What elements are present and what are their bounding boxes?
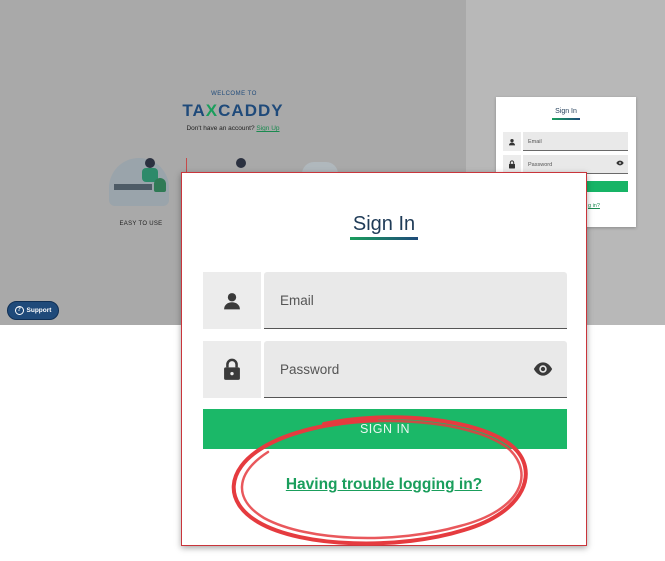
mini-trouble-link[interactable]: g in? — [588, 203, 600, 209]
taxcaddy-logo: TAXCADDY — [170, 101, 296, 121]
lock-icon — [203, 341, 261, 398]
illustration-person-head — [236, 158, 246, 168]
signin-title: Sign In — [352, 213, 416, 235]
logo-prefix: TA — [182, 101, 206, 120]
mini-email-field[interactable]: Email — [523, 132, 628, 151]
screenshot-stage: WELCOME TO TAXCADDY Don't have an accoun… — [0, 0, 665, 561]
illustration-person-head — [145, 158, 155, 168]
trouble-logging-in-link[interactable]: Having trouble logging in? — [182, 476, 586, 494]
email-input[interactable]: Email — [264, 272, 567, 329]
support-button-label: Support — [26, 307, 52, 314]
mini-email-row: Email — [503, 132, 628, 151]
password-input[interactable]: Password — [264, 341, 567, 398]
feature-label: EASY TO USE — [119, 221, 163, 227]
question-circle-icon: ? — [14, 306, 24, 315]
password-row: Password — [203, 341, 567, 398]
mini-card-title: Sign In — [555, 108, 577, 115]
logo-suffix: CADDY — [218, 101, 284, 120]
no-account-text: Don't have an account? — [186, 125, 255, 132]
welcome-text: WELCOME TO — [211, 91, 257, 97]
eye-icon[interactable] — [616, 160, 624, 168]
signin-title-underline — [350, 237, 418, 240]
illustration-divider — [186, 158, 187, 172]
password-placeholder: Password — [280, 362, 340, 377]
support-button[interactable]: ? Support — [7, 301, 59, 320]
signup-prompt: Don't have an account? Sign Up — [170, 125, 296, 132]
eye-icon[interactable] — [533, 359, 553, 379]
signin-button[interactable]: SIGN IN — [203, 409, 567, 449]
mini-title-underline — [552, 118, 580, 120]
logo-x: X — [205, 101, 219, 120]
mini-password-placeholder: Password — [528, 162, 553, 168]
illustration-plant — [154, 178, 166, 192]
signup-link[interactable]: Sign Up — [256, 125, 279, 132]
user-icon — [503, 132, 521, 151]
secure-illustration — [232, 158, 250, 172]
user-icon — [203, 272, 261, 329]
email-row: Email — [203, 272, 567, 329]
zoomed-signin-card: Sign In Email Password SIGN IN Having tr… — [181, 172, 587, 546]
